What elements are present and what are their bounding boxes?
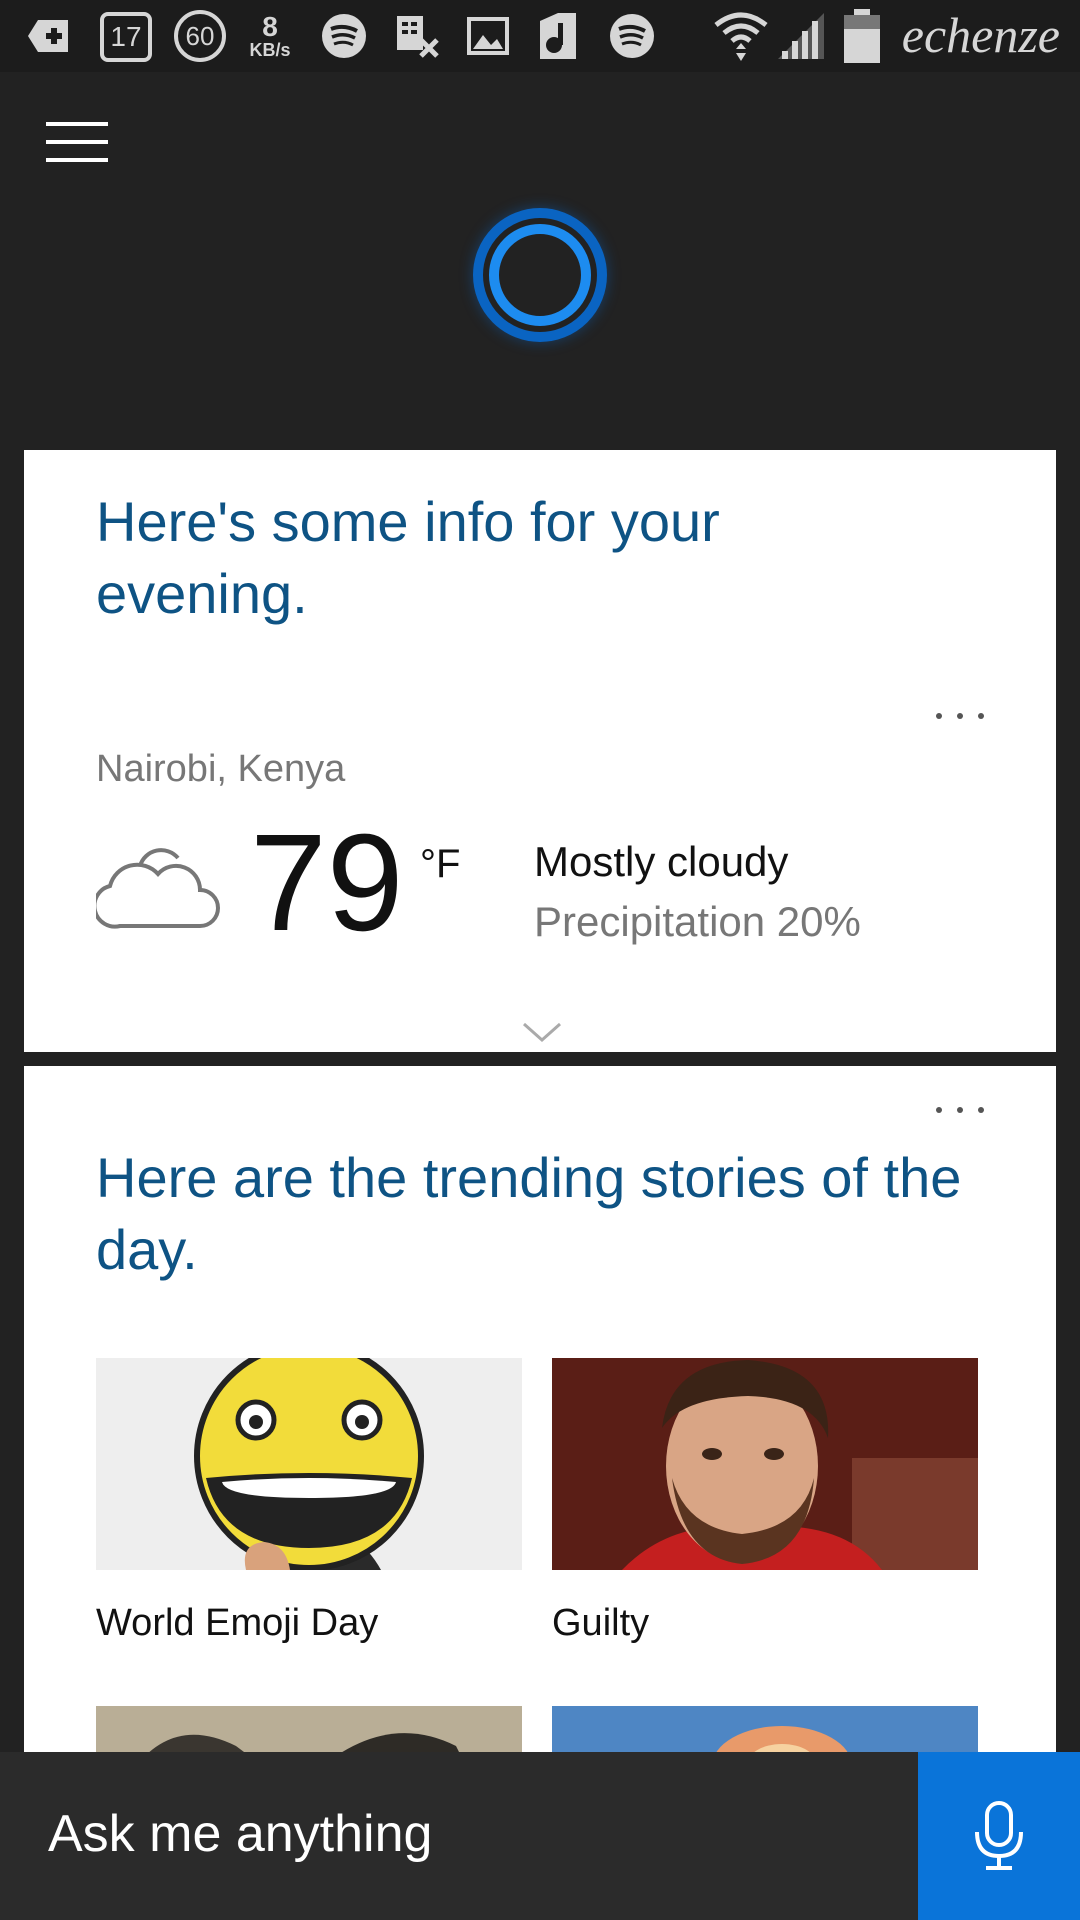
carrier-name: echenze — [901, 7, 1060, 63]
hamburger-icon-line — [46, 158, 108, 162]
search-placeholder: Ask me anything — [48, 1805, 433, 1863]
weather-location: Nairobi, Kenya — [96, 748, 346, 790]
trending-card[interactable]: Here are the trending stories of the day… — [24, 1066, 1056, 1766]
more-icon — [936, 1107, 942, 1113]
hamburger-icon-line — [46, 140, 108, 144]
weather-card-heading: Here's some info for your evening. — [96, 490, 720, 625]
signal-icon — [776, 8, 826, 64]
microphone-icon — [975, 1801, 1023, 1870]
precipitation-text: Precipitation 20% — [534, 898, 861, 945]
expand-button[interactable] — [522, 1022, 562, 1049]
menu-button[interactable] — [46, 122, 108, 162]
notif-count: 17 — [110, 21, 142, 52]
hamburger-icon — [46, 122, 108, 126]
net-speed-icon: 8 KB/s — [242, 8, 298, 64]
trending-more-button[interactable] — [936, 1100, 984, 1120]
calendar-x-icon — [392, 8, 442, 64]
temperature-value: 79 — [250, 806, 404, 960]
cortana-circle-icon[interactable] — [473, 208, 607, 342]
spotify-icon — [320, 8, 368, 64]
net-speed-value: 8 — [262, 11, 278, 42]
story-label: Guilty — [552, 1602, 650, 1644]
music-icon — [534, 8, 582, 64]
more-icon-dot — [957, 1107, 963, 1113]
speed-badge-value: 60 — [185, 20, 215, 51]
story-label: World Emoji Day — [96, 1602, 379, 1644]
sms-icon: 17 — [100, 12, 152, 62]
spotify-icon-2 — [608, 8, 656, 64]
more-icon-dot — [957, 713, 963, 719]
emoji-face-image — [96, 1358, 522, 1570]
cloud-icon — [92, 838, 220, 939]
weather-more-button[interactable] — [936, 706, 984, 726]
mic-button[interactable] — [918, 1752, 1080, 1920]
add-icon — [26, 8, 70, 64]
more-icon-dot — [978, 713, 984, 719]
man-portrait-image — [552, 1358, 978, 1570]
battery-icon — [844, 8, 880, 64]
story-tile-emoji[interactable]: World Emoji Day — [96, 1358, 522, 1658]
temperature-unit: °F — [420, 842, 461, 886]
weather-card[interactable]: Here's some info for your evening. Nairo… — [24, 450, 1056, 1052]
speed-badge-icon: 60 — [174, 10, 226, 62]
image-icon — [466, 8, 510, 64]
search-input[interactable]: Ask me anything — [0, 1752, 918, 1920]
status-bar: 17 60 8 KB/s echenze — [0, 0, 1080, 72]
wifi-icon — [714, 8, 768, 64]
chevron-down-icon — [523, 1022, 561, 1043]
net-speed-unit: KB/s — [249, 40, 291, 60]
story-tile-guilty[interactable]: Guilty — [552, 1358, 978, 1658]
trending-card-heading: Here are the trending stories of the day… — [96, 1146, 962, 1281]
more-icon-dot — [978, 1107, 984, 1113]
weather-condition: Mostly cloudy — [534, 838, 789, 885]
more-icon — [936, 713, 942, 719]
